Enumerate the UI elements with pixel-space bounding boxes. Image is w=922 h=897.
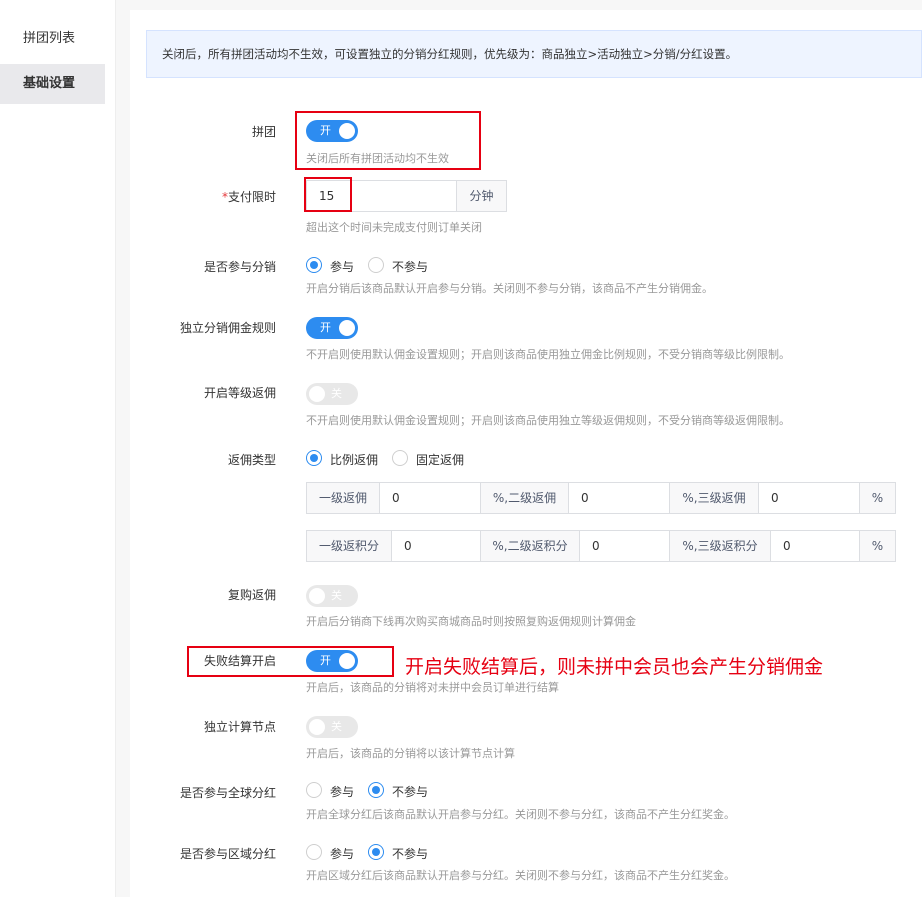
sidebar: 拼团列表 基础设置: [0, 0, 116, 897]
rebate-level3-addon: %,三级返佣: [669, 482, 759, 514]
global-dividend-option-no[interactable]: 不参与: [392, 783, 428, 800]
pay-limit-input[interactable]: 15: [306, 180, 457, 212]
join-distribution-option-no[interactable]: 不参与: [392, 258, 428, 275]
fail-settle-hint: 开启后，该商品的分销将对未拼中会员订单进行结算: [306, 681, 559, 694]
rebate-type-option-ratio[interactable]: 比例返佣: [330, 451, 378, 468]
repurchase-toggle[interactable]: 关: [306, 585, 358, 607]
global-dividend-option-yes[interactable]: 参与: [330, 783, 354, 800]
pay-limit-label: *支付限时: [140, 188, 276, 205]
independent-commission-toggle[interactable]: 开: [306, 317, 358, 339]
join-distribution-radio-no[interactable]: [368, 257, 384, 273]
regional-dividend-label: 是否参与区域分红: [179, 847, 276, 861]
points-percent-suffix: %: [859, 530, 896, 562]
rebate-level3-input[interactable]: 0: [758, 482, 860, 514]
pintuan-toggle[interactable]: 开: [306, 120, 358, 142]
repurchase-label: 复购返佣: [227, 588, 276, 602]
pay-limit-unit: 分钟: [456, 180, 507, 212]
independent-node-label: 独立计算节点: [203, 720, 276, 734]
global-dividend-radio-yes[interactable]: [306, 782, 322, 798]
independent-commission-toggle-text: 开: [320, 321, 331, 334]
rebate-percent-suffix: %: [859, 482, 896, 514]
regional-dividend-option-no[interactable]: 不参与: [392, 845, 428, 862]
independent-commission-label: 独立分销佣金规则: [179, 321, 276, 335]
annotation-text: 开启失败结算后，则未拼中会员也会产生分销佣金: [405, 656, 824, 678]
regional-dividend-radio-yes[interactable]: [306, 844, 322, 860]
independent-node-hint: 开启后，该商品的分销将以该计算节点计算: [306, 747, 515, 760]
pintuan-toggle-text: 开: [320, 124, 331, 137]
independent-commission-hint: 不开启则使用默认佣金设置规则；开启则该商品使用独立佣金比例规则，不受分销商等级比…: [306, 348, 790, 361]
pay-limit-label-text: 支付限时: [227, 190, 276, 204]
rebate-type-label: 返佣类型: [227, 453, 276, 467]
points-level1-addon: 一级返积分: [306, 530, 392, 562]
points-level1-input[interactable]: 0: [391, 530, 481, 562]
repurchase-toggle-text: 关: [331, 589, 342, 602]
level-rebate-toggle-text: 关: [331, 387, 342, 400]
points-level3-addon: %,三级返积分: [669, 530, 771, 562]
global-dividend-label: 是否参与全球分红: [179, 786, 276, 800]
toggle-knob: [309, 588, 325, 604]
join-distribution-radio-yes[interactable]: [306, 257, 322, 273]
regional-dividend-option-yes[interactable]: 参与: [330, 845, 354, 862]
fail-settle-label: 失败结算开启: [203, 654, 276, 668]
global-dividend-radio-no[interactable]: [368, 782, 384, 798]
sidebar-item-group-list[interactable]: 拼团列表: [0, 19, 105, 59]
notice-banner: 关闭后，所有拼团活动均不生效，可设置独立的分销分红规则，优先级为：商品独立>活动…: [146, 30, 922, 78]
fail-settle-toggle[interactable]: 开: [306, 650, 358, 672]
regional-dividend-radio-no[interactable]: [368, 844, 384, 860]
toggle-knob: [339, 123, 355, 139]
points-level2-input[interactable]: 0: [579, 530, 670, 562]
sidebar-item-basic-settings[interactable]: 基础设置: [0, 64, 105, 104]
fail-settle-toggle-text: 开: [320, 654, 331, 667]
repurchase-hint: 开启后分销商下线再次购买商城商品时则按照复购返佣规则计算佣金: [306, 615, 636, 628]
rebate-level1-addon: 一级返佣: [306, 482, 380, 514]
toggle-knob: [309, 719, 325, 735]
rebate-level2-input[interactable]: 0: [568, 482, 670, 514]
pintuan-hint: 关闭后所有拼团活动均不生效: [306, 152, 449, 165]
join-distribution-hint: 开启分销后该商品默认开启参与分销。关闭则不参与分销，该商品不产生分销佣金。: [306, 282, 713, 295]
independent-node-toggle-text: 关: [331, 720, 342, 733]
toggle-knob: [339, 320, 355, 336]
toggle-knob: [339, 653, 355, 669]
rebate-type-option-fixed[interactable]: 固定返佣: [416, 451, 464, 468]
rebate-level1-input[interactable]: 0: [379, 482, 481, 514]
toggle-knob: [309, 386, 325, 402]
rebate-type-radio-fixed[interactable]: [392, 450, 408, 466]
independent-node-toggle[interactable]: 关: [306, 716, 358, 738]
level-rebate-hint: 不开启则使用默认佣金设置规则；开启则该商品使用独立等级返佣规则，不受分销商等级返…: [306, 414, 790, 427]
level-rebate-toggle[interactable]: 关: [306, 383, 358, 405]
global-dividend-hint: 开启全球分红后该商品默认开启参与分红。关闭则不参与分红，该商品不产生分红奖金。: [306, 808, 735, 821]
points-level3-input[interactable]: 0: [770, 530, 860, 562]
points-level2-addon: %,二级返积分: [480, 530, 580, 562]
regional-dividend-hint: 开启区域分红后该商品默认开启参与分红。关闭则不参与分红，该商品不产生分红奖金。: [306, 869, 735, 882]
level-rebate-label: 开启等级返佣: [203, 386, 276, 400]
rebate-level2-addon: %,二级返佣: [480, 482, 569, 514]
pay-limit-hint: 超出这个时间未完成支付则订单关闭: [306, 221, 482, 234]
rebate-type-radio-ratio[interactable]: [306, 450, 322, 466]
join-distribution-label: 是否参与分销: [203, 260, 276, 274]
join-distribution-option-yes[interactable]: 参与: [330, 258, 354, 275]
pintuan-label: 拼团: [251, 125, 276, 139]
